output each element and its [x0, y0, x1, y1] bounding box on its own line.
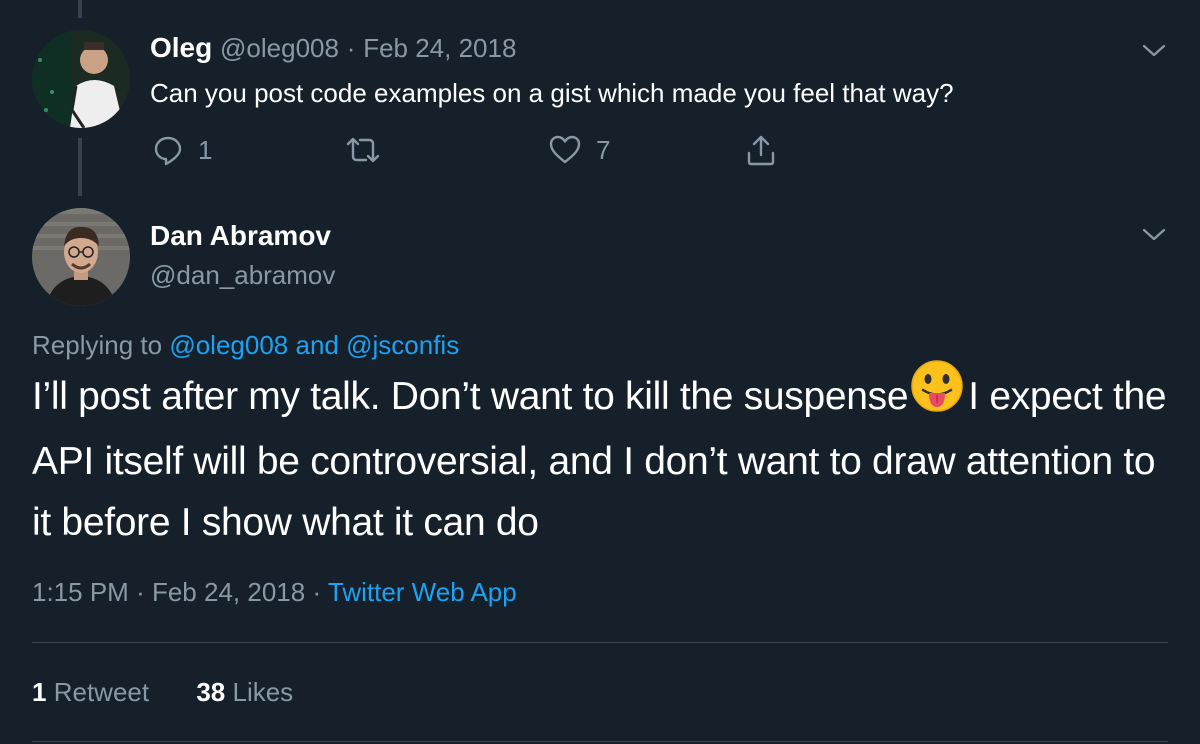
reply-icon — [154, 136, 182, 166]
retweets-count: 1 — [32, 677, 47, 707]
share-action[interactable] — [744, 132, 778, 168]
reply-chevron-down-icon[interactable] — [1140, 36, 1168, 64]
like-count: 7 — [596, 134, 611, 165]
divider — [32, 741, 1168, 742]
retweet-icon — [346, 137, 380, 163]
tweet-meta: 1:15 PM · Feb 24, 2018 · Twitter Web App — [32, 577, 517, 608]
reply-tweet-header: Oleg @oleg008 · Feb 24, 2018 — [150, 32, 516, 64]
likes-stat[interactable]: 38 Likes — [196, 677, 293, 707]
retweets-label: Retweet — [53, 677, 150, 707]
replying-to-line: Replying to @oleg008 and @jsconfis — [32, 330, 459, 361]
reply-action[interactable]: 1 — [152, 132, 212, 168]
tweet-stats: 1 Retweet 38 Likes — [32, 677, 333, 708]
retweet-action[interactable] — [344, 132, 396, 168]
thread-line-connector — [78, 138, 82, 196]
reply-tweet-text: Can you post code examples on a gist whi… — [150, 78, 954, 108]
likes-label: Likes — [232, 677, 294, 707]
tweet-text-part1: I’ll post after my talk. Don’t want to k… — [32, 375, 909, 418]
meta-separator-2: · — [312, 577, 322, 607]
face-with-tongue-icon — [910, 359, 964, 431]
reply-author-handle[interactable]: @oleg008 — [220, 33, 339, 63]
reply-date[interactable]: Feb 24, 2018 — [363, 33, 516, 63]
main-tweet-text: I’ll post after my talk. Don’t want to k… — [32, 359, 1172, 553]
main-author-handle[interactable]: @dan_abramov — [150, 260, 335, 291]
tweet-date[interactable]: Feb 24, 2018 — [152, 577, 305, 607]
replying-to-and: and — [295, 330, 339, 360]
meta-separator-1: · — [136, 577, 145, 607]
retweets-stat[interactable]: 1 Retweet — [32, 677, 149, 707]
tweet-time[interactable]: 1:15 PM — [32, 577, 129, 607]
likes-count: 38 — [196, 677, 226, 707]
avatar[interactable] — [32, 208, 130, 306]
main-chevron-down-icon[interactable] — [1140, 220, 1168, 248]
divider — [32, 642, 1168, 643]
reply-author-name[interactable]: Oleg — [150, 32, 212, 63]
replying-to-user-oleg[interactable]: @oleg008 — [169, 330, 288, 360]
main-author-name[interactable]: Dan Abramov — [150, 220, 331, 252]
thread-line-top — [78, 0, 82, 18]
reply-count: 1 — [198, 134, 213, 165]
replying-to-user-jsconfis[interactable]: @jsconfis — [346, 330, 459, 360]
heart-icon — [549, 135, 581, 164]
share-icon — [747, 135, 775, 166]
tweet-source[interactable]: Twitter Web App — [328, 577, 517, 607]
reply-date-separator: · — [346, 33, 356, 63]
avatar[interactable] — [32, 30, 130, 128]
replying-to-label: Replying to — [32, 330, 163, 360]
like-action[interactable]: 7 — [548, 132, 610, 168]
